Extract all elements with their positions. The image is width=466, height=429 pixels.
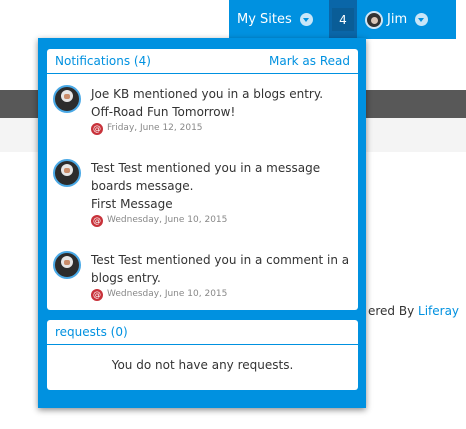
notification-date: @ Friday, June 12, 2015	[91, 122, 353, 135]
powered-by-prefix: ered By	[368, 304, 419, 318]
notification-body: Joe KB mentioned you in a blogs entry. O…	[91, 85, 353, 135]
liferay-link[interactable]: Liferay	[418, 304, 459, 318]
my-sites-label: My Sites	[237, 12, 292, 27]
notification-date: @ Wednesday, June 10, 2015	[91, 288, 353, 301]
my-sites-menu[interactable]: My Sites	[237, 0, 313, 39]
notification-title: Joe KB mentioned you in a blogs entry.	[91, 87, 324, 101]
avatar	[53, 159, 81, 187]
avatar	[53, 85, 81, 113]
mention-icon: @	[91, 214, 103, 227]
mention-icon: @	[91, 122, 103, 135]
top-dockbar: My Sites 4 Jim	[229, 0, 456, 39]
notification-date: @ Wednesday, June 10, 2015	[91, 214, 353, 227]
chevron-down-icon	[299, 13, 313, 26]
mark-as-read-link[interactable]: Mark as Read	[269, 54, 350, 68]
mention-icon: @	[91, 288, 103, 301]
notification-body: Test Test mentioned you in a comment in …	[91, 251, 353, 301]
requests-header: requests (0)	[47, 320, 358, 345]
avatar	[53, 251, 81, 279]
notification-date-text: Wednesday, June 10, 2015	[107, 215, 228, 225]
requests-empty-message: You do not have any requests.	[111, 358, 294, 372]
notification-date-text: Wednesday, June 10, 2015	[107, 289, 228, 299]
user-name: Jim	[387, 12, 408, 27]
chevron-down-icon	[415, 13, 429, 26]
notifications-panel: Notifications (4) Mark as Read Joe KB me…	[47, 49, 358, 310]
notifications-dropdown: Notifications (4) Mark as Read Joe KB me…	[38, 38, 366, 408]
requests-panel: requests (0) You do not have any request…	[47, 320, 358, 390]
user-avatar	[365, 10, 383, 29]
notification-subtitle: First Message	[91, 197, 173, 211]
notification-title: Test Test mentioned you in a comment in …	[91, 253, 350, 285]
notification-body: Test Test mentioned you in a message boa…	[91, 159, 353, 227]
notification-subtitle: Off-Road Fun Tomorrow!	[91, 105, 236, 119]
notifications-title[interactable]: Notifications (4)	[55, 54, 151, 68]
notifications-header: Notifications (4) Mark as Read	[47, 49, 358, 74]
powered-by-text: ered By Liferay	[368, 304, 459, 318]
notification-title: Test Test mentioned you in a message boa…	[91, 161, 321, 193]
notification-count-badge[interactable]: 4	[332, 8, 354, 31]
notification-date-text: Friday, June 12, 2015	[107, 123, 203, 133]
user-menu[interactable]: Jim	[365, 0, 429, 39]
requests-title[interactable]: requests (0)	[55, 325, 128, 339]
